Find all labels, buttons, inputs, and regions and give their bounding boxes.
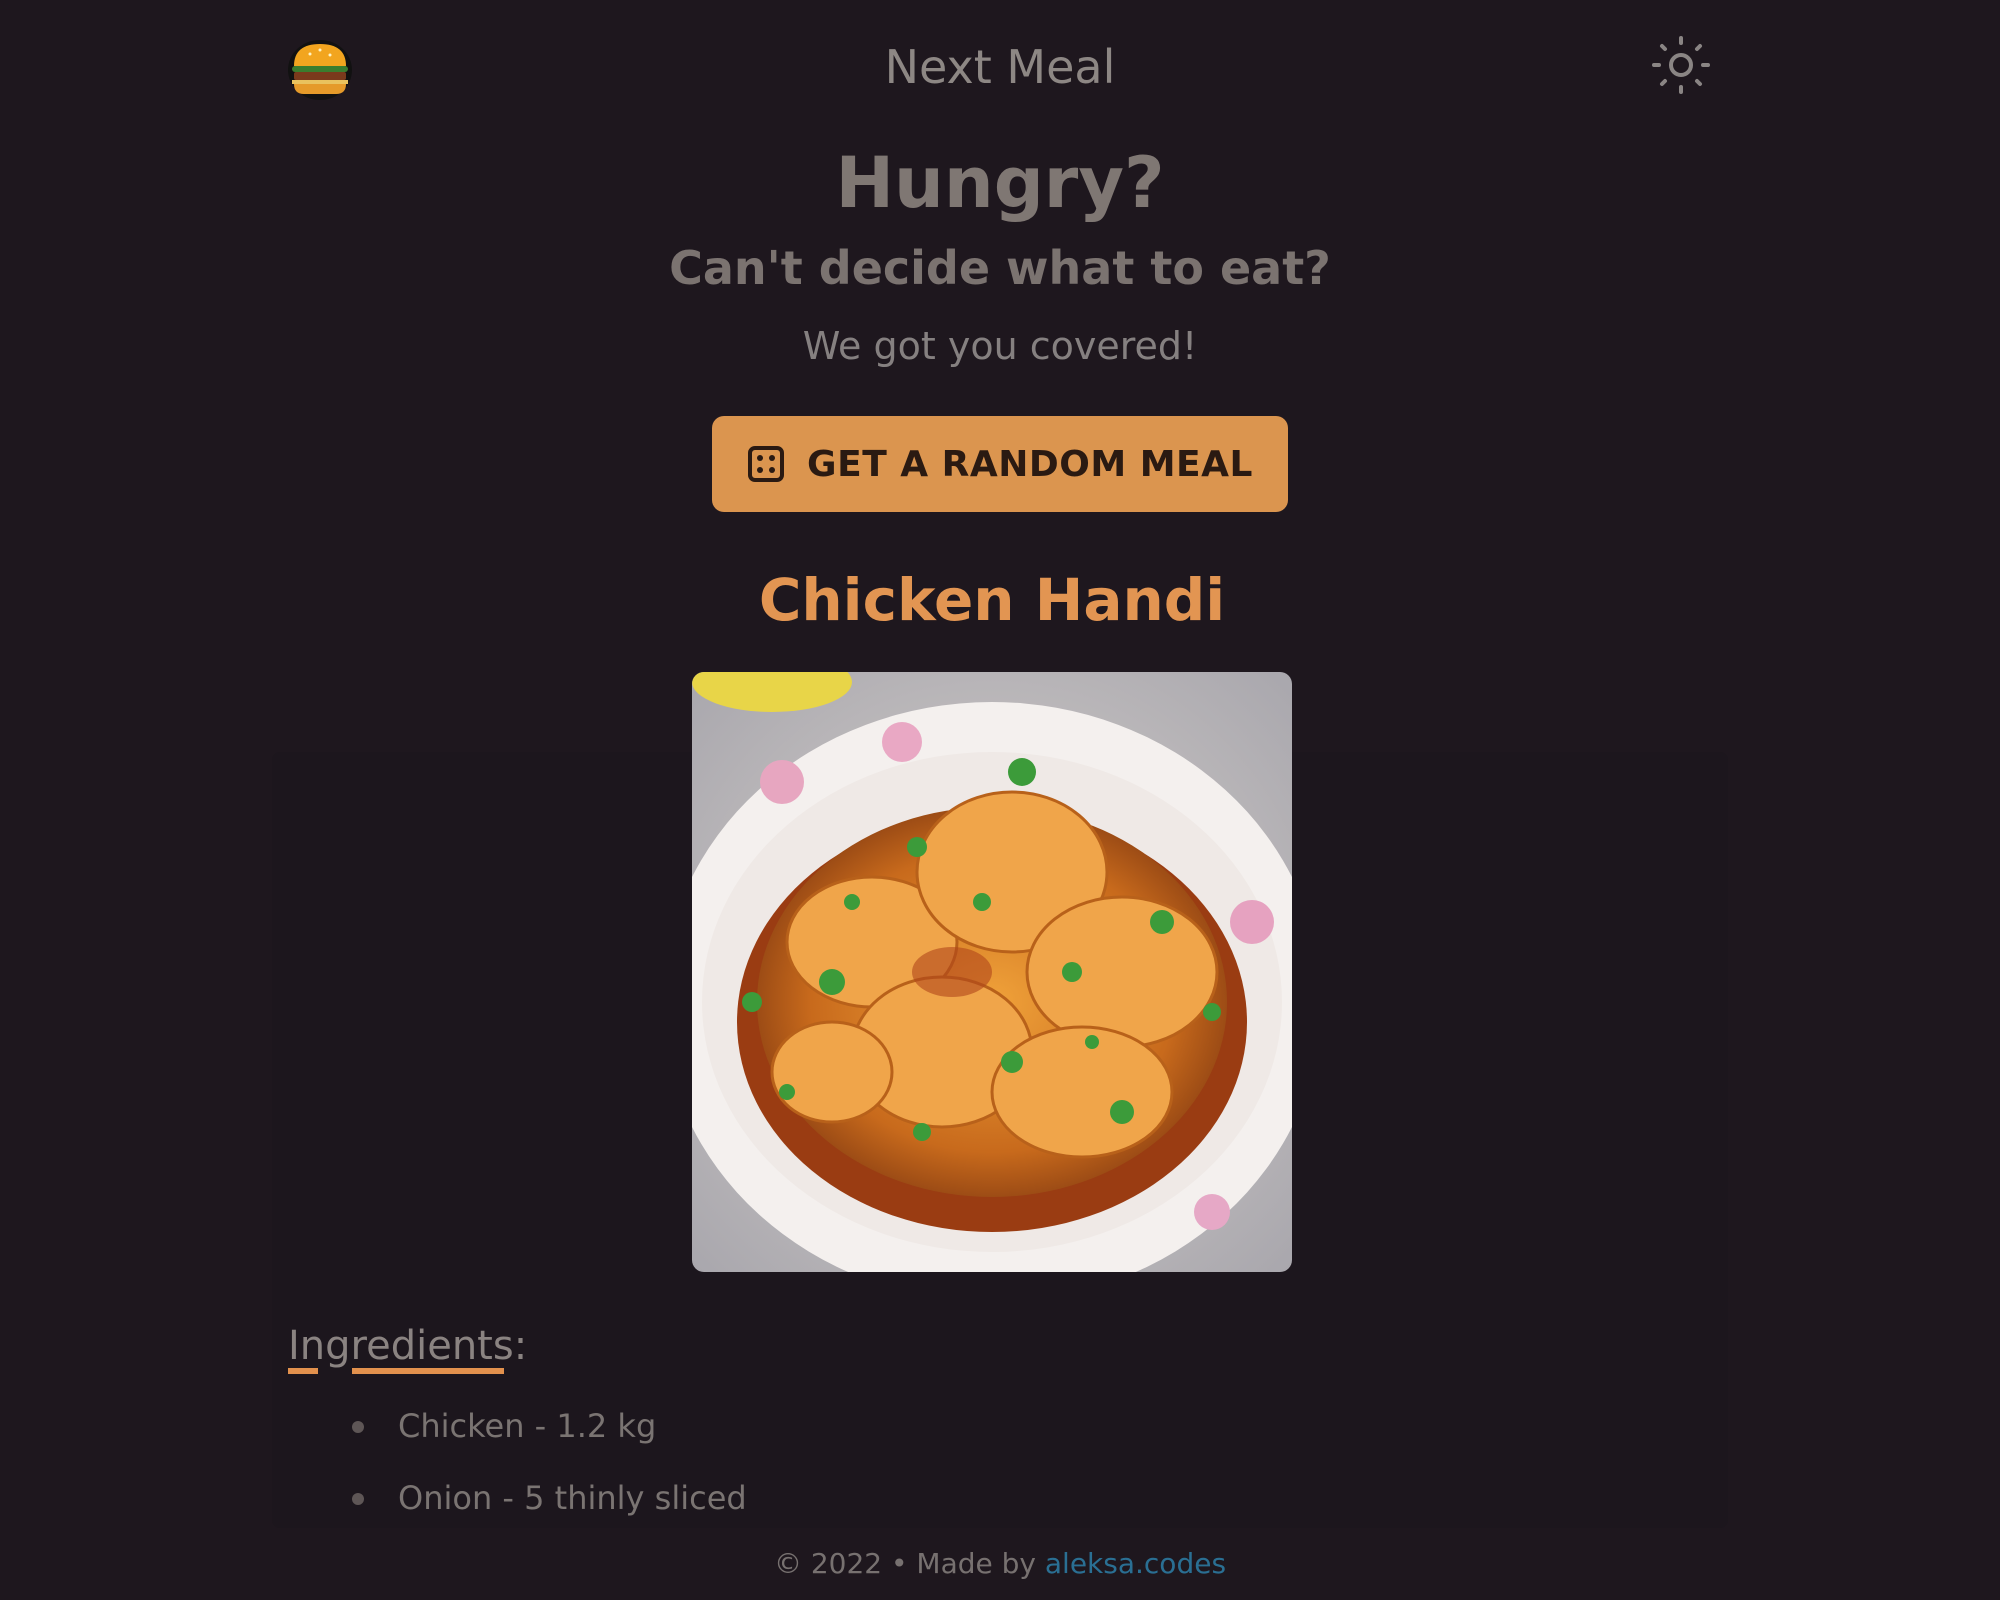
page: Next Meal Hungry? Can't decide what to e…	[0, 0, 2000, 1600]
ingredient-text: Chicken - 1.2 kg	[398, 1407, 657, 1445]
bullet-icon	[352, 1421, 364, 1433]
random-meal-button-label: GET A RANDOM MEAL	[807, 443, 1253, 485]
meal-image	[692, 672, 1292, 1272]
header: Next Meal	[0, 0, 2000, 140]
random-meal-button[interactable]: GET A RANDOM MEAL	[712, 416, 1288, 512]
list-item: Chicken - 1.2 kg	[340, 1390, 747, 1462]
bullet-icon	[352, 1493, 364, 1505]
meal-title: Chicken Handi	[758, 566, 1226, 634]
hero-tagline: We got you covered!	[802, 324, 1198, 368]
heading-underline	[288, 1368, 318, 1374]
footer: © 2022 • Made by aleksa.codes	[0, 1544, 2000, 1584]
list-item: Onion - 5 thinly sliced	[340, 1462, 747, 1534]
dice-icon	[747, 445, 785, 483]
ingredients-heading: Ingredients:	[288, 1318, 527, 1374]
footer-link[interactable]: aleksa.codes	[1045, 1547, 1226, 1580]
footer-text: © 2022 • Made by	[773, 1547, 1045, 1580]
ingredients-list: Chicken - 1.2 kg Onion - 5 thinly sliced	[340, 1390, 747, 1534]
hero-subtitle: Can't decide what to eat?	[669, 241, 1331, 295]
ingredients-heading-label: Ingredients:	[288, 1323, 528, 1369]
hero-title: Hungry?	[835, 142, 1165, 224]
heading-underline	[352, 1368, 504, 1374]
sun-icon[interactable]	[1650, 34, 1712, 96]
ingredient-text: Onion - 5 thinly sliced	[398, 1479, 747, 1517]
